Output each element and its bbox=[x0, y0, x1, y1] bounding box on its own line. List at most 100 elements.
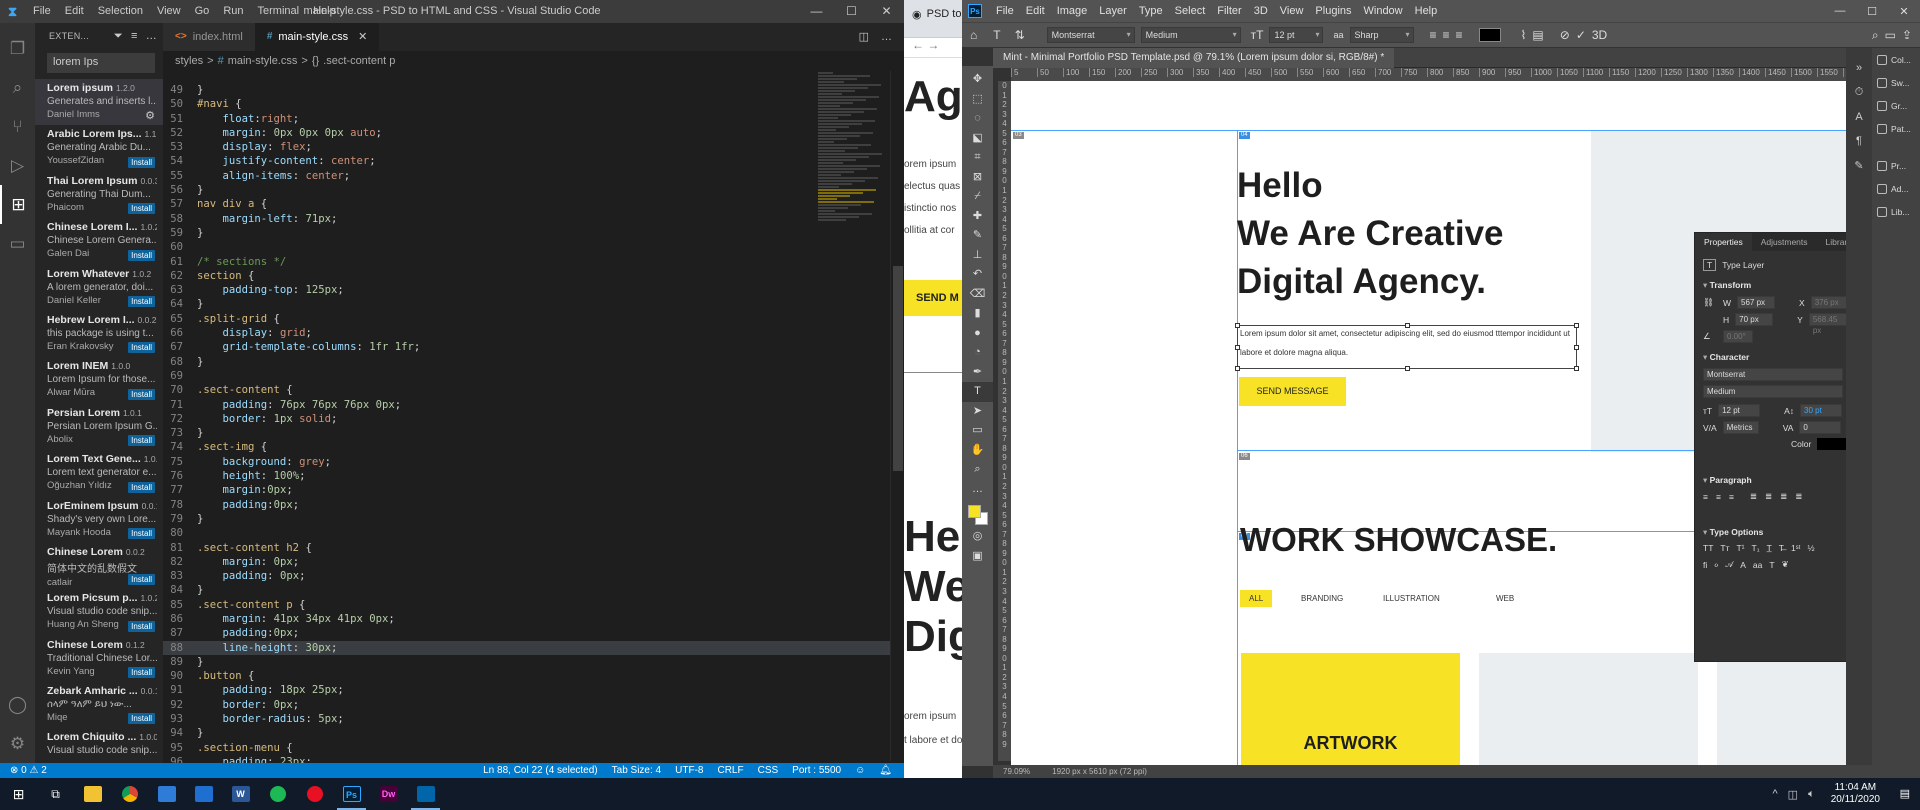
code-line[interactable]: 91 padding: 18px 25px; bbox=[163, 683, 904, 697]
type-tool-icon[interactable]: T bbox=[962, 382, 993, 402]
language-mode[interactable]: CSS bbox=[758, 765, 779, 776]
account-icon[interactable]: ◯ bbox=[0, 685, 35, 724]
history-brush-icon[interactable]: ↶ bbox=[962, 265, 993, 285]
font-family-select[interactable]: Montserrat bbox=[1703, 368, 1843, 381]
browser-tab-title[interactable]: PSD to bbox=[927, 8, 962, 21]
filter-icon[interactable]: ⏷ bbox=[114, 30, 123, 43]
paragraph-section-header[interactable]: Paragraph bbox=[1695, 466, 1856, 491]
transform-handle[interactable] bbox=[1235, 345, 1240, 350]
code-line[interactable]: 69 bbox=[163, 369, 904, 383]
code-line[interactable]: 92 border: 0px; bbox=[163, 698, 904, 712]
extension-item[interactable]: Zebark Amharic ...0.0.1ሰላም ዓለም ይህ ነው...M… bbox=[35, 682, 163, 728]
install-button[interactable]: Install bbox=[128, 620, 155, 632]
tab-size[interactable]: Tab Size: 4 bbox=[612, 765, 661, 776]
home-icon[interactable]: ⌂ bbox=[970, 28, 977, 42]
tab-index-html[interactable]: <> index.html bbox=[163, 23, 255, 51]
dock-panel-3[interactable]: Pat... bbox=[1872, 117, 1920, 140]
gradient-tool-icon[interactable]: ▮ bbox=[962, 304, 993, 324]
cancel-icon[interactable]: ⊘ bbox=[1560, 28, 1570, 42]
code-line[interactable]: 55 align-items: center; bbox=[163, 169, 904, 183]
code-line[interactable]: 82 margin: 0px; bbox=[163, 555, 904, 569]
screen-mode-icon[interactable]: ▣ bbox=[962, 547, 993, 567]
source-control-icon[interactable]: ⑂ bbox=[0, 107, 35, 146]
transform-handle[interactable] bbox=[1235, 323, 1240, 328]
crop-tool-icon[interactable]: ⌗ bbox=[962, 148, 993, 168]
justify-all-icon[interactable]: ≣ bbox=[1795, 491, 1802, 502]
align-center-icon[interactable]: ≡ bbox=[1443, 28, 1450, 42]
dock-panel-4[interactable]: Pr... bbox=[1872, 154, 1920, 177]
code-line[interactable]: 93 border-radius: 5px; bbox=[163, 712, 904, 726]
portfolio-card[interactable] bbox=[1479, 653, 1698, 765]
code-line[interactable]: 51 float:right; bbox=[163, 112, 904, 126]
menu-edit[interactable]: Edit bbox=[58, 0, 91, 23]
strikethrough-icon[interactable]: T̶ bbox=[1779, 543, 1784, 553]
extension-item[interactable]: Lorem Whatever 1.0.2 A lorem generator, do… bbox=[35, 265, 163, 311]
align-right-icon[interactable]: ≡ bbox=[1456, 28, 1463, 42]
menu-filter[interactable]: Filter bbox=[1211, 5, 1247, 17]
extension-item[interactable]: LorEminem Ipsum0.0.1Shady's very own Lor… bbox=[35, 497, 163, 543]
extension-item[interactable]: Chinese Lorem I... 1.0.2 Chinese Lorem Gen… bbox=[35, 218, 163, 264]
justify-icon[interactable]: ≣ bbox=[1780, 491, 1787, 502]
fraction-icon[interactable]: ½ bbox=[1807, 543, 1814, 553]
notifications-bell-icon[interactable]: 🔔︎ bbox=[879, 765, 892, 776]
eraser-tool-icon[interactable]: ⌫ bbox=[962, 285, 993, 305]
live-server-port[interactable]: Port : 5500 bbox=[792, 765, 841, 776]
menu-select[interactable]: Select bbox=[1169, 5, 1212, 17]
paragraph-icon[interactable]: ¶ bbox=[1856, 135, 1862, 147]
more-tools-icon[interactable]: … bbox=[962, 480, 993, 500]
code-line[interactable]: 84} bbox=[163, 583, 904, 597]
start-button[interactable]: ⊞ bbox=[0, 778, 37, 810]
transform-handle[interactable] bbox=[1405, 323, 1410, 328]
height-field[interactable]: 70 px bbox=[1735, 313, 1774, 326]
code-line[interactable]: 57 nav div a { bbox=[163, 197, 904, 211]
send-button-fragment[interactable]: SEND M bbox=[904, 280, 962, 316]
dreamweaver-button[interactable]: Dw bbox=[370, 778, 407, 810]
breadcrumb-segment[interactable]: > bbox=[207, 55, 213, 67]
filter-web[interactable]: WEB bbox=[1496, 594, 1514, 603]
titling-icon[interactable]: aa bbox=[1753, 560, 1762, 570]
install-button[interactable]: Install bbox=[128, 342, 155, 354]
code-line[interactable]: 63 padding-top: 125px; bbox=[163, 283, 904, 297]
code-line[interactable]: 90 .button { bbox=[163, 669, 904, 683]
code-line[interactable]: 79} bbox=[163, 512, 904, 526]
volume-icon[interactable]: 🔈︎ bbox=[1808, 788, 1815, 801]
install-button[interactable]: Install bbox=[128, 574, 155, 586]
install-button[interactable]: Install bbox=[128, 713, 155, 725]
close-tab-icon[interactable]: ✕ bbox=[358, 23, 367, 51]
extension-item[interactable]: Lorem INEM 1.0.0 Lorem Ipsum for those... A… bbox=[35, 357, 163, 403]
pen-tool-icon[interactable]: ✒ bbox=[962, 363, 993, 383]
code-line[interactable]: 71 padding: 76px 76px 76px 0px; bbox=[163, 398, 904, 412]
code-line[interactable]: 72 border: 1px solid; bbox=[163, 412, 904, 426]
extension-item[interactable]: Lorem Picsum p...1.0.26 Visual studio cod… bbox=[35, 589, 163, 635]
stylistic-icon[interactable]: A bbox=[1740, 560, 1746, 570]
install-button[interactable]: Install bbox=[128, 667, 155, 679]
menu-view[interactable]: View bbox=[1274, 5, 1310, 17]
code-line[interactable]: 58 margin-left: 71px; bbox=[163, 212, 904, 226]
dock-panel-6[interactable]: Lib... bbox=[1872, 200, 1920, 223]
transform-handle[interactable] bbox=[1574, 366, 1579, 371]
network-icon[interactable]: ◫ bbox=[1788, 788, 1798, 801]
link-icon[interactable]: ⛓ bbox=[1703, 297, 1717, 308]
minimize-button[interactable]: — bbox=[799, 0, 834, 23]
breadcrumb-segment[interactable]: styles bbox=[175, 55, 203, 67]
extension-item[interactable]: Arabic Lorem Ips...1.1.1 Generating Arabi… bbox=[35, 125, 163, 171]
justify-icon[interactable]: ≣ bbox=[1765, 491, 1772, 502]
contextual-icon[interactable]: T bbox=[1769, 560, 1774, 570]
code-line[interactable]: 54 justify-content: center; bbox=[163, 154, 904, 168]
media-player-button[interactable] bbox=[296, 778, 333, 810]
menu-layer[interactable]: Layer bbox=[1093, 5, 1133, 17]
x-field[interactable]: 376 px bbox=[1810, 296, 1849, 309]
manage-gear-icon[interactable]: ⚙ bbox=[0, 724, 35, 763]
filter-branding[interactable]: BRANDING bbox=[1301, 594, 1343, 603]
code-line[interactable]: 59} bbox=[163, 226, 904, 240]
transform-section-header[interactable]: Transform bbox=[1695, 271, 1856, 296]
path-select-tool-icon[interactable]: ➤ bbox=[962, 402, 993, 422]
manage-gear-icon[interactable]: ⚙ bbox=[145, 109, 155, 122]
menu-run[interactable]: Run bbox=[216, 0, 250, 23]
dock-panel-0[interactable]: Col... bbox=[1872, 48, 1920, 71]
back-icon[interactable]: ← bbox=[912, 38, 924, 52]
more-actions-icon[interactable]: … bbox=[146, 30, 157, 43]
search-icon[interactable]: ⌕ bbox=[1872, 28, 1879, 43]
document-size[interactable]: 1920 px x 5610 px (72 ppi) bbox=[1052, 765, 1147, 778]
code-line[interactable]: 77 margin:0px; bbox=[163, 483, 904, 497]
